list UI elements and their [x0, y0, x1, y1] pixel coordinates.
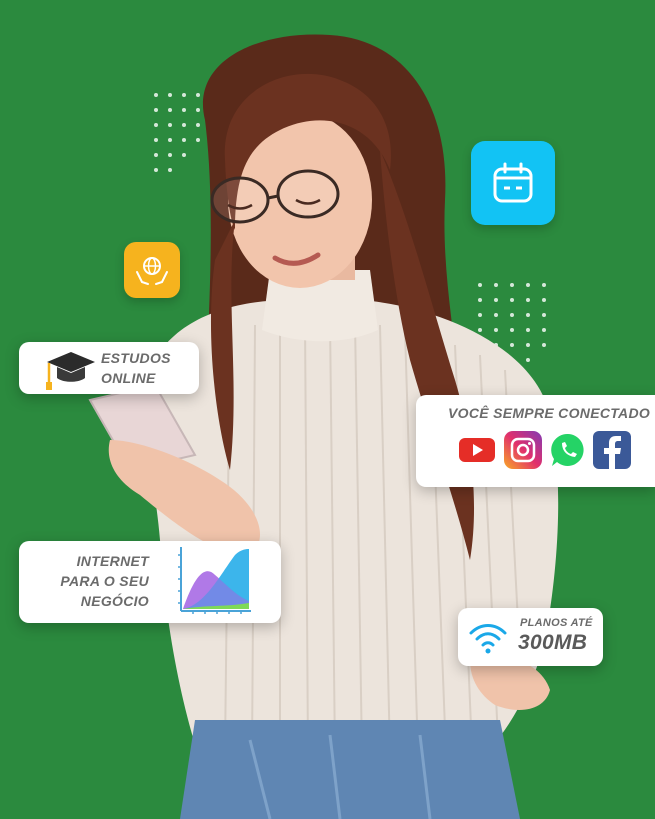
estudos-line2: ONLINE — [101, 370, 156, 386]
whatsapp-icon — [549, 431, 587, 469]
estudos-online-card: ESTUDOS ONLINE — [19, 342, 199, 394]
negocio-line2: PARA O SEU — [60, 573, 149, 589]
planos-card: PLANOS ATÉ 300MB — [458, 608, 603, 666]
facebook-icon — [593, 431, 631, 469]
sempre-conectado-card: VOCÊ SEMPRE CONECTADO — [416, 395, 655, 487]
wifi-icon — [469, 624, 507, 654]
graduation-cap-icon — [46, 352, 95, 390]
youtube-icon — [458, 431, 496, 469]
planos-big: 300MB — [518, 631, 588, 654]
internet-negocio-card: INTERNET PARA O SEU NEGÓCIO — [19, 541, 281, 623]
negocio-line1: INTERNET — [76, 553, 149, 569]
hero-scene: ESTUDOS ONLINE VOCÊ SEMPRE CONECTADO INT… — [0, 0, 655, 819]
conectado-title: VOCÊ SEMPRE CONECTADO — [448, 405, 651, 421]
estudos-line1: ESTUDOS — [101, 350, 171, 366]
globe-hands-badge — [124, 242, 180, 298]
instagram-icon — [504, 431, 542, 469]
negocio-line3: NEGÓCIO — [80, 593, 149, 609]
calendar-badge — [471, 141, 555, 225]
calendar-icon — [493, 162, 533, 203]
area-chart-icon — [178, 547, 251, 614]
planos-small: PLANOS ATÉ — [520, 617, 593, 629]
globe-hands-icon — [136, 257, 168, 285]
